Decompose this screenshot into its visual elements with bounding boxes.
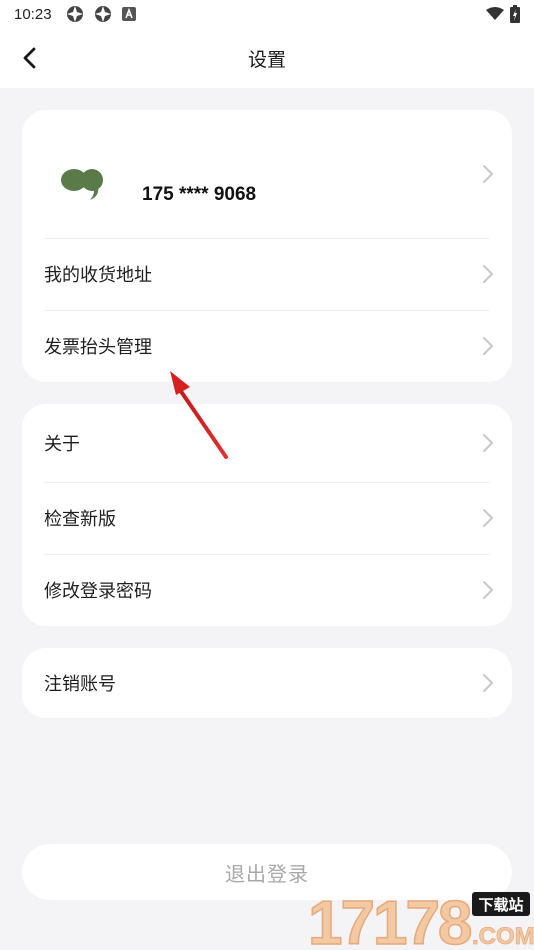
status-time: 10:23 xyxy=(14,5,52,23)
menu-item-label: 检查新版 xyxy=(44,509,116,530)
menu-item-label: 发票抬头管理 xyxy=(44,337,152,358)
menu-item-address[interactable]: 我的收货地址 xyxy=(22,238,512,310)
menu-item-check-update[interactable]: 检查新版 xyxy=(22,482,512,554)
logout-label: 退出登录 xyxy=(225,861,309,886)
nav-bar: 设置 xyxy=(0,28,534,88)
account-delete-card: 注销账号 xyxy=(22,648,512,718)
watermark-logo: 17178 下载站 .COM xyxy=(307,888,534,950)
back-button[interactable] xyxy=(12,40,48,76)
menu-item-label: 关于 xyxy=(44,434,80,455)
phone-number: 175 **** 9068 xyxy=(142,184,257,205)
chevron-right-icon xyxy=(483,581,493,599)
menu-item-change-password[interactable]: 修改登录密码 xyxy=(22,554,512,626)
a-badge-icon xyxy=(121,7,136,21)
chevron-right-icon xyxy=(483,337,493,355)
menu-item-label: 注销账号 xyxy=(44,674,116,695)
chevron-right-icon xyxy=(483,165,493,183)
chevron-right-icon xyxy=(483,265,493,283)
chevron-right-icon xyxy=(483,434,493,452)
svg-text:.COM: .COM xyxy=(472,923,534,950)
status-right-icons xyxy=(486,5,520,23)
profile-row[interactable]: 175 **** 9068 xyxy=(22,110,512,238)
notification-icons xyxy=(66,5,136,23)
battery-charging-icon xyxy=(510,5,520,23)
status-bar: 10:23 xyxy=(0,0,534,28)
chevron-right-icon xyxy=(483,509,493,527)
wifi-icon xyxy=(486,7,504,20)
menu-item-invoice-title[interactable]: 发票抬头管理 xyxy=(22,310,512,382)
page-title: 设置 xyxy=(247,48,286,71)
account-card: 175 **** 9068 我的收货地址 发票抬头管理 xyxy=(22,110,512,382)
menu-item-about[interactable]: 关于 xyxy=(22,404,512,482)
chevron-left-icon xyxy=(23,47,36,69)
app-card: 关于 检查新版 修改登录密码 xyxy=(22,404,512,626)
chevron-right-icon xyxy=(483,674,493,692)
app-icon xyxy=(94,6,111,22)
menu-item-label: 我的收货地址 xyxy=(44,265,152,286)
app-icon xyxy=(66,6,83,22)
svg-text:下载站: 下载站 xyxy=(478,896,523,914)
svg-text:17178: 17178 xyxy=(308,889,471,950)
menu-item-delete-account[interactable]: 注销账号 xyxy=(22,648,512,718)
avatar xyxy=(61,169,103,200)
menu-item-label: 修改登录密码 xyxy=(44,581,152,602)
